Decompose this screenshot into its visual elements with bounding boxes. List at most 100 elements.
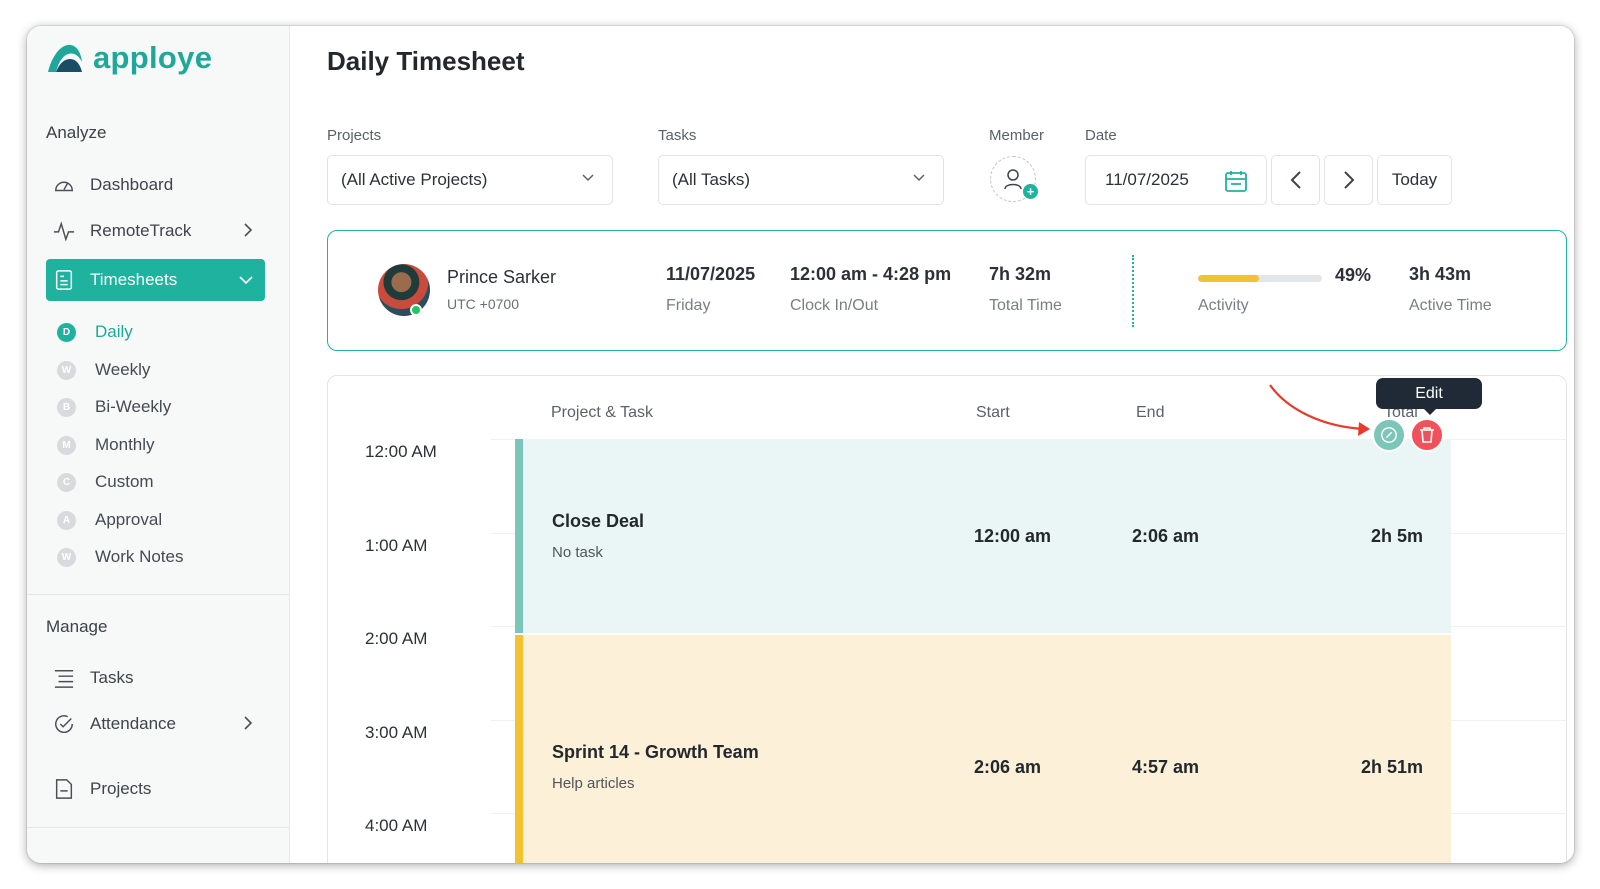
sub-badge: M (57, 435, 76, 455)
chevron-down-icon (239, 276, 253, 285)
sidebar-subitem-daily[interactable]: D Daily (57, 317, 133, 347)
entry-end: 4:57 am (1132, 757, 1200, 777)
entry-task: No task (552, 544, 603, 561)
check-clock-icon (52, 712, 76, 736)
sidebar-item-label: Timesheets (90, 270, 178, 289)
today-button[interactable]: Today (1377, 155, 1452, 205)
list-icon (52, 666, 76, 690)
sub-label: Work Notes (95, 547, 184, 566)
activity-label: Activity (1198, 297, 1249, 314)
header-project-task: Project & Task (551, 404, 653, 421)
sub-badge: W (57, 360, 76, 380)
member-label: Member (989, 127, 1045, 144)
edit-clock-icon (1381, 427, 1397, 443)
member-timezone: UTC +0700 (447, 296, 519, 312)
sidebar-item-label: Projects (90, 779, 152, 798)
chevron-right-icon (244, 223, 253, 237)
summary-separator (1132, 255, 1134, 327)
logo[interactable]: apploye (46, 40, 212, 76)
hour-label: 3:00 AM (365, 723, 428, 742)
sub-label: Daily (95, 322, 133, 341)
member-select-button[interactable]: + (990, 156, 1038, 202)
active-time: 3h 43m (1409, 264, 1472, 284)
sidebar-item-projects[interactable]: Projects (46, 768, 265, 810)
add-member-plus-icon: + (1023, 184, 1038, 199)
sidebar-item-label: RemoteTrack (90, 221, 192, 240)
entry-total: 2h 5m (1370, 526, 1423, 546)
hour-label: 2:00 AM (365, 629, 428, 648)
avatar (378, 264, 430, 316)
sidebar-item-label: Dashboard (90, 175, 174, 194)
gauge-icon (52, 173, 76, 197)
logo-text: apploye (93, 40, 213, 75)
sub-label: Bi-Weekly (95, 397, 172, 416)
activity-pulse-icon (52, 219, 76, 243)
chevron-down-icon (582, 174, 594, 182)
activity-percent: 49% (1335, 265, 1372, 285)
entry-start: 12:00 am (974, 526, 1052, 546)
chevron-right-icon (1343, 171, 1354, 189)
calendar-icon[interactable] (1224, 169, 1248, 193)
sub-badge: A (57, 510, 76, 530)
sidebar-item-timesheets[interactable]: Timesheets (46, 259, 265, 301)
time-entry[interactable]: Close Deal No task 12:00 am 2:06 am 2h 5… (515, 439, 1451, 633)
entry-start: 2:06 am (974, 757, 1042, 777)
manage-section-title: Manage (46, 617, 108, 636)
projects-select[interactable]: (All Active Projects) (327, 155, 613, 205)
summary-clock: 12:00 am - 4:28 pm (790, 264, 952, 284)
sidebar-subitem-biweekly[interactable]: B Bi-Weekly (57, 392, 171, 422)
sub-label: Monthly (95, 435, 155, 454)
sidebar-item-label: Tasks (90, 668, 134, 687)
sidebar-subitem-weekly[interactable]: W Weekly (57, 355, 150, 385)
sidebar-item-tasks[interactable]: Tasks (46, 657, 265, 699)
online-status-dot (410, 304, 422, 316)
date-input[interactable]: 11/07/2025 (1085, 155, 1267, 205)
time-entry[interactable]: Sprint 14 - Growth Team Help articles 2:… (515, 635, 1451, 863)
member-summary-card: Prince Sarker UTC +0700 11/07/2025 Frida… (327, 230, 1567, 351)
trash-icon (1420, 427, 1434, 443)
sidebar-subitem-work-notes[interactable]: W Work Notes (57, 542, 184, 572)
projects-select-value: (All Active Projects) (341, 170, 488, 189)
edit-tooltip: Edit (1376, 378, 1482, 409)
user-icon (1004, 169, 1022, 190)
tooltip-arrow (1423, 408, 1437, 415)
activity-bar-fill (1198, 275, 1259, 282)
tasks-select[interactable]: (All Tasks) (658, 155, 944, 205)
sub-label: Approval (95, 510, 163, 529)
header-end: End (1136, 404, 1165, 421)
entry-project: Close Deal (552, 511, 645, 531)
timesheet-table: Project & Task Start End Total 12:00 AM … (327, 375, 1567, 863)
sub-label: Weekly (95, 360, 151, 379)
main-content: Daily Timesheet Projects (All Active Pro… (290, 26, 1574, 863)
date-input-value: 11/07/2025 (1105, 170, 1189, 189)
chevron-left-icon (1290, 171, 1301, 189)
header-start: Start (976, 404, 1010, 421)
previous-day-button[interactable] (1271, 155, 1320, 205)
sidebar-item-remotetrack[interactable]: RemoteTrack (46, 210, 265, 252)
projects-label: Projects (327, 127, 382, 144)
apploye-logo-icon (48, 44, 82, 72)
tasks-select-value: (All Tasks) (672, 170, 751, 189)
active-time-label: Active Time (1409, 297, 1492, 314)
page-title: Daily Timesheet (327, 46, 525, 76)
delete-entry-button[interactable] (1410, 418, 1444, 452)
sidebar-divider (27, 827, 290, 828)
hour-label: 1:00 AM (365, 536, 428, 555)
entry-project: Sprint 14 - Growth Team (552, 742, 759, 762)
sidebar-subitem-custom[interactable]: C Custom (57, 467, 154, 497)
entry-total: 2h 51m (1360, 757, 1423, 777)
entry-task: Help articles (552, 775, 635, 792)
chevron-down-icon (913, 174, 925, 182)
sidebar-subitem-monthly[interactable]: M Monthly (57, 430, 155, 460)
summary-total: 7h 32m (989, 264, 1052, 284)
sidebar-subitem-approval[interactable]: A Approval (57, 505, 162, 535)
member-name: Prince Sarker (447, 267, 557, 287)
sub-label: Custom (95, 472, 154, 491)
hour-label: 12:00 AM (365, 442, 437, 461)
tasks-label: Tasks (658, 127, 697, 144)
document-icon (52, 777, 76, 801)
next-day-button[interactable] (1324, 155, 1373, 205)
sidebar-item-attendance[interactable]: Attendance (46, 703, 265, 745)
sidebar-item-dashboard[interactable]: Dashboard (46, 164, 265, 206)
app-window: apploye Analyze Dashboard RemoteTrack Ti… (27, 26, 1574, 863)
